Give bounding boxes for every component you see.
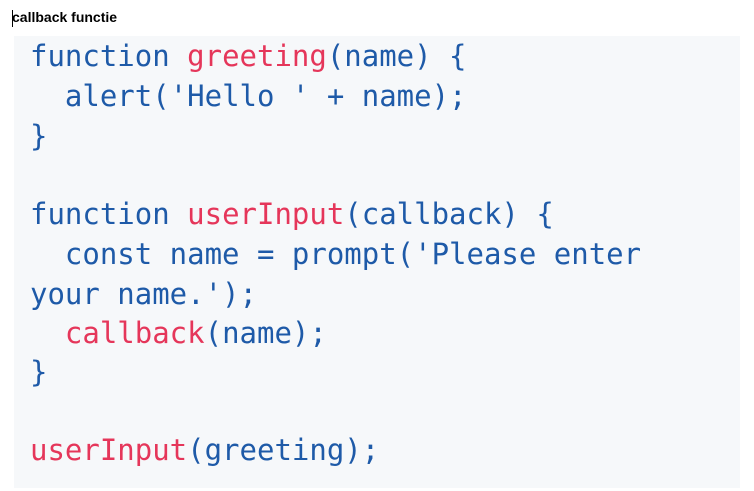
code-line: userInput(greeting);	[30, 430, 379, 470]
code-text: const name = prompt('Please enter	[64, 237, 642, 271]
code-line: const name = prompt('Please enter	[30, 234, 641, 274]
code-text: }	[30, 119, 48, 153]
function-name: userInput	[187, 197, 345, 231]
code-line: function greeting(name) {	[30, 36, 467, 76]
code-line: your name.');	[30, 274, 257, 314]
code-line: alert('Hello ' + name);	[30, 76, 467, 116]
keyword: function	[30, 39, 170, 73]
code-line: function userInput(callback) {	[30, 194, 554, 234]
page: callback functie function greeting(name)…	[0, 0, 754, 491]
code-line: callback(name);	[30, 313, 327, 353]
code-line: }	[30, 116, 47, 156]
function-name: greeting	[187, 39, 327, 73]
code-text: (callback) {	[344, 197, 554, 231]
section-heading: callback functie	[12, 9, 118, 25]
code-text: }	[30, 355, 48, 389]
code-block: function greeting(name) { alert('Hello '…	[14, 36, 740, 488]
code-text: (greeting);	[187, 433, 380, 467]
code-text: ('Hello ' + name);	[152, 79, 467, 113]
code-text: (name) {	[326, 39, 467, 73]
keyword: function	[30, 197, 170, 231]
code-text: your name.');	[30, 277, 257, 311]
code-text: (name);	[204, 316, 327, 350]
function-call: userInput	[30, 433, 188, 467]
function-call: callback	[64, 316, 205, 350]
function-call: alert	[64, 79, 153, 113]
code-line: }	[30, 352, 47, 392]
